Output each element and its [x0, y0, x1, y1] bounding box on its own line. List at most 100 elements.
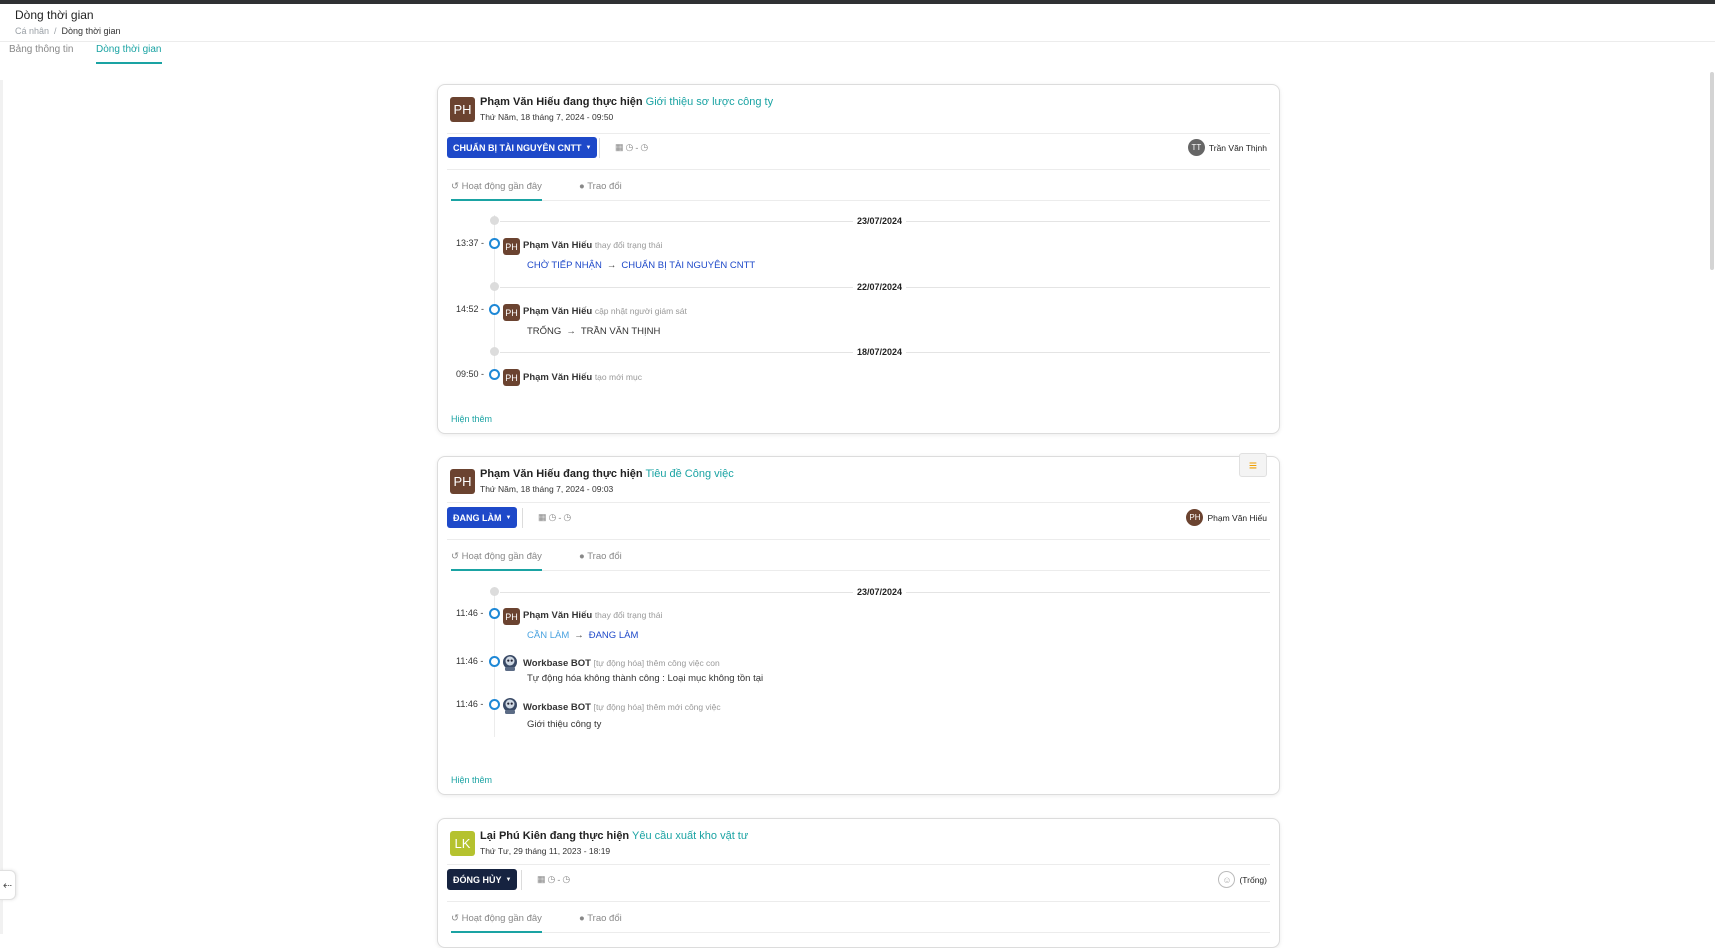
activity-dot: [489, 238, 500, 249]
show-more-link[interactable]: Hiện thêm: [451, 414, 492, 424]
card-actor: Lại Phú Kiên: [480, 830, 547, 842]
activity-tabs: ↺ Hoạt động gần đây ● Trao đổi: [451, 551, 1270, 571]
divider: [447, 539, 1270, 540]
breadcrumb: Cá nhân / Dòng thời gian: [15, 26, 121, 36]
day-label: 23/07/2024: [853, 587, 907, 597]
activity-note: Tự động hóa không thành công : Loại mục …: [527, 673, 764, 684]
actor-name: Workbase BOT: [523, 658, 591, 669]
assignee[interactable]: ☺ (Trống): [1218, 871, 1267, 888]
arrow-right-icon: →: [606, 260, 617, 271]
status-label: ĐANG LÀM: [453, 512, 502, 523]
activity-note: Giới thiệu công ty: [527, 719, 602, 730]
menu-icon[interactable]: ≡: [1239, 453, 1267, 477]
status-dropdown[interactable]: ĐANG LÀM ▼: [447, 507, 518, 528]
chat-icon: ●: [579, 551, 585, 562]
actor-name: Phạm Văn Hiếu: [523, 240, 593, 251]
divider: [447, 133, 1270, 134]
tab-recent-activity[interactable]: ↺ Hoạt động gần đây: [451, 181, 542, 201]
breadcrumb-item-personal[interactable]: Cá nhân: [15, 26, 49, 36]
activity-time: 11:46 -: [456, 608, 484, 618]
tab-discussion[interactable]: ● Trao đổi: [579, 551, 622, 571]
divider: [447, 864, 1270, 865]
avatar: PH: [503, 304, 520, 321]
activity-time: 11:46 -: [456, 656, 484, 666]
card-headline: Phạm Văn Hiếu đang thực hiện Giới thiệu …: [480, 96, 773, 108]
dash: -: [557, 874, 561, 885]
activity-tabs: ↺ Hoạt động gần đây ● Trao đổi: [451, 181, 1270, 201]
tab-timeline[interactable]: Dòng thời gian: [96, 44, 162, 64]
tab-discussion[interactable]: ● Trao đổi: [579, 181, 622, 201]
day-label: 23/07/2024: [853, 216, 907, 226]
due-date-picker[interactable]: ▦ ◷ - ◷: [538, 512, 571, 523]
avatar: PH: [503, 369, 520, 386]
expand-sidebar-button[interactable]: ⇠: [0, 870, 16, 900]
clock-icon: ◷: [562, 874, 571, 884]
divider: [447, 169, 1270, 170]
status-dropdown[interactable]: CHUẨN BỊ TÀI NGUYÊN CNTT ▼: [447, 137, 598, 158]
card-headline: Lại Phú Kiên đang thực hiện Yêu cầu xuất…: [480, 830, 748, 842]
day-label: 22/07/2024: [853, 282, 907, 292]
tab-discussion[interactable]: ● Trao đổi: [579, 913, 622, 933]
activity-verb: thay đổi trạng thái: [594, 240, 663, 250]
activity-dot: [489, 369, 500, 380]
caret-down-icon: ▼: [585, 144, 592, 151]
chat-icon: ●: [579, 913, 585, 924]
due-date-picker[interactable]: ▦ ◷ - ◷: [537, 874, 570, 885]
day-dot: [490, 216, 499, 225]
assignee[interactable]: PH Phạm Văn Hiếu: [1186, 509, 1267, 526]
clock-icon: ◷: [640, 142, 649, 152]
task-link[interactable]: Tiêu đề Công việc: [645, 468, 733, 480]
card-date: Thứ Năm, 18 tháng 7, 2024 - 09:03: [480, 484, 614, 494]
task-link[interactable]: Yêu cầu xuất kho vật tư: [632, 830, 748, 842]
user-icon: ☺: [1218, 871, 1236, 888]
tab-dashboard[interactable]: Bảng thông tin: [9, 44, 74, 62]
activity-actor: Workbase BOT [tự động hóa] thêm công việ…: [523, 658, 720, 669]
arrow-right-icon: →: [566, 326, 576, 337]
tab-label: Trao đổi: [587, 913, 622, 924]
card-date: Thứ Năm, 18 tháng 7, 2024 - 09:50: [480, 112, 614, 122]
scrollbar-thumb[interactable]: [1710, 72, 1714, 270]
activity-actor: Phạm Văn Hiếu thay đổi trạng thái: [523, 240, 662, 251]
timeline-card: ≡ PH Phạm Văn Hiếu đang thực hiện Tiêu đ…: [437, 453, 1280, 795]
tab-recent-activity[interactable]: ↺ Hoạt động gần đây: [451, 913, 542, 933]
clock-icon: ◷: [625, 142, 634, 152]
breadcrumb-item-timeline: Dòng thời gian: [61, 26, 121, 36]
assignee-name: Phạm Văn Hiếu: [1207, 512, 1267, 523]
activity-dot: [489, 304, 500, 315]
clock-icon: ◷: [547, 874, 556, 884]
history-icon: ↺: [451, 551, 459, 562]
page-title: Dòng thời gian: [15, 8, 94, 22]
card-actor: Phạm Văn Hiếu: [480, 96, 561, 108]
activity-dot: [489, 656, 500, 667]
to-value: TRẦN VĂN THỊNH: [580, 326, 661, 337]
to-value: ĐANG LÀM: [588, 630, 639, 641]
task-link[interactable]: Giới thiệu sơ lược công ty: [646, 96, 773, 108]
activity-time: 09:50 -: [456, 369, 485, 379]
activity-actor: Phạm Văn Hiếu thay đổi trạng thái: [523, 610, 662, 621]
activity-dot: [489, 699, 500, 710]
activity-time: 13:37 -: [456, 238, 485, 248]
bot-avatar-icon: [503, 655, 517, 671]
status-change: TRỐNG → TRẦN VĂN THỊNH: [527, 326, 660, 337]
divider: [447, 502, 1270, 503]
separator: [521, 870, 522, 890]
card-verb: đang thực hiện: [549, 830, 630, 842]
page-header: Dòng thời gian Cá nhân / Dòng thời gian: [0, 4, 1715, 42]
tab-recent-activity[interactable]: ↺ Hoạt động gần đây: [451, 551, 542, 571]
show-more-link[interactable]: Hiện thêm: [451, 775, 492, 785]
status-dropdown[interactable]: ĐÓNG HỦY ▼: [447, 869, 518, 890]
assignee-avatar: TT: [1187, 139, 1205, 156]
calendar-icon: ▦: [538, 512, 547, 522]
day-dot: [490, 282, 499, 291]
calendar-icon: ▦: [615, 142, 624, 152]
calendar-icon: ▦: [537, 874, 546, 884]
assignee[interactable]: TT Trần Văn Thịnh: [1187, 139, 1267, 156]
activity-time: 14:52 -: [456, 304, 485, 314]
activity-actor: Workbase BOT [tự động hóa] thêm mới công…: [523, 702, 721, 713]
activity-verb: tạo mới mục: [594, 372, 642, 382]
activity-verb: [tự động hóa] thêm mới công việc: [593, 702, 721, 712]
from-value: CẦN LÀM: [527, 630, 570, 641]
tab-label: Trao đổi: [587, 551, 622, 562]
due-date-picker[interactable]: ▦ ◷ - ◷: [615, 142, 648, 153]
from-value: CHỜ TIẾP NHẬN: [527, 260, 602, 271]
